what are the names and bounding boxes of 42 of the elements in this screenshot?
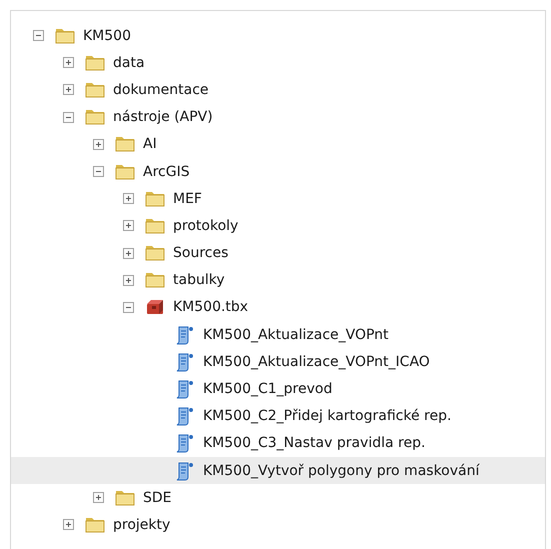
- script-icon: [175, 460, 195, 481]
- tree-row[interactable]: nástroje (APV): [11, 104, 545, 131]
- tree-row[interactable]: tabulky: [11, 266, 545, 294]
- expand-icon[interactable]: [63, 57, 74, 68]
- folder-icon: [145, 270, 165, 290]
- expand-icon[interactable]: [93, 492, 104, 504]
- script-icon: [175, 433, 195, 454]
- expand-icon[interactable]: [63, 84, 74, 96]
- expand-icon[interactable]: [93, 138, 104, 150]
- tree-row[interactable]: protokoly: [11, 212, 545, 240]
- folder-icon: [85, 107, 105, 128]
- expand-icon[interactable]: [123, 248, 134, 259]
- tree-row[interactable]: SDE: [11, 484, 545, 512]
- tree-row[interactable]: KM500.tbx: [11, 294, 545, 322]
- tree-row[interactable]: KM500: [11, 22, 545, 50]
- collapse-icon[interactable]: [93, 166, 104, 178]
- collapse-icon[interactable]: [123, 302, 134, 313]
- tree-row[interactable]: dokumentace: [11, 76, 545, 104]
- script-icon: [175, 406, 195, 426]
- tree-row[interactable]: projekty: [11, 511, 545, 539]
- script-icon: [175, 352, 195, 372]
- tree-row[interactable]: KM500_Aktualizace_VOPnt_ICAO: [11, 348, 545, 376]
- folder-icon: [145, 243, 165, 264]
- selected-tree-row[interactable]: KM500_Vytvoř polygony pro maskování: [11, 457, 545, 484]
- collapse-icon[interactable]: [63, 112, 74, 123]
- collapse-icon[interactable]: [33, 30, 44, 42]
- tree-row[interactable]: KM500_C3_Nastav pravidla rep.: [11, 430, 545, 457]
- tree-row[interactable]: KM500_Aktualizace_VOPnt: [11, 321, 545, 348]
- tree-row[interactable]: MEF: [11, 185, 545, 212]
- tree-row[interactable]: Sources: [11, 240, 545, 267]
- tree-row[interactable]: KM500_C2_Přidej kartografické rep.: [11, 402, 545, 430]
- expand-icon[interactable]: [63, 519, 74, 530]
- script-icon: [175, 379, 195, 400]
- tree-row[interactable]: AI: [11, 130, 545, 158]
- expand-icon[interactable]: [123, 220, 134, 232]
- tree-row[interactable]: ArcGIS: [11, 158, 545, 186]
- expand-icon[interactable]: [123, 193, 134, 204]
- expand-icon[interactable]: [123, 274, 134, 286]
- script-icon: [175, 324, 195, 345]
- folder-icon: [115, 134, 135, 154]
- tree-row[interactable]: KM500_C1_prevod: [11, 375, 545, 403]
- tree-row[interactable]: data: [11, 49, 545, 76]
